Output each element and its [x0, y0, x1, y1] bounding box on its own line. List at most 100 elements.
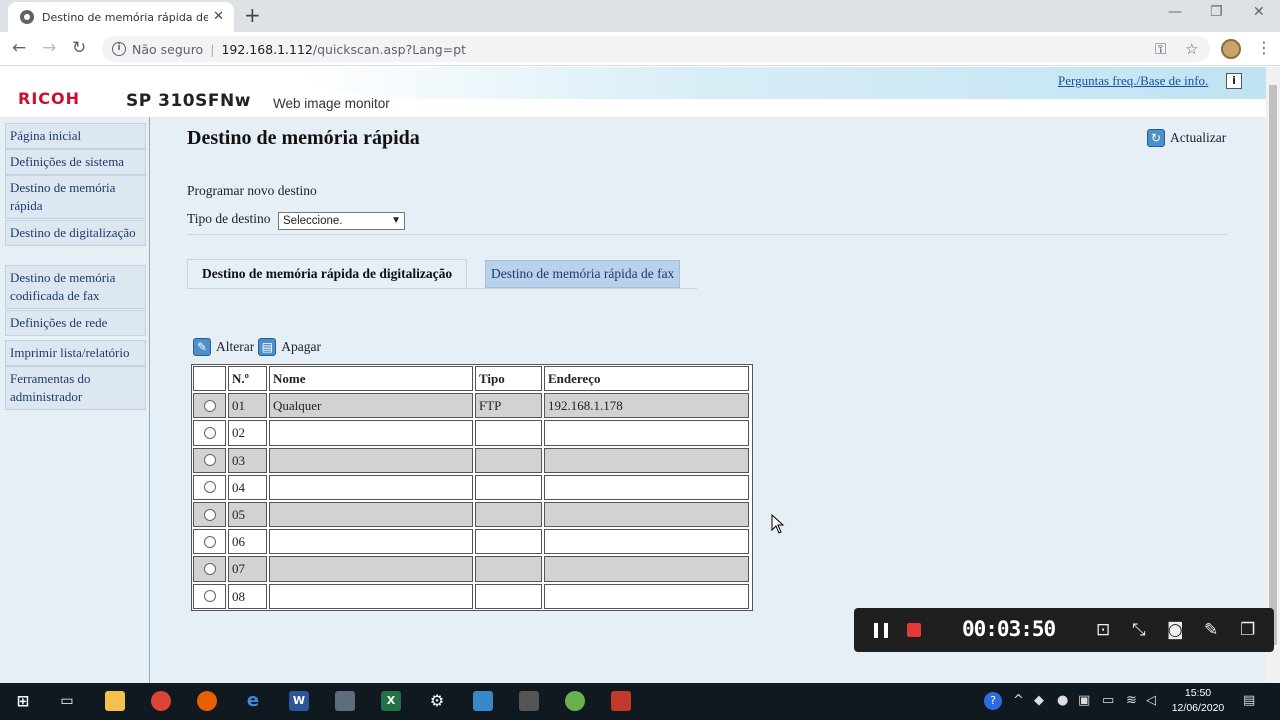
main-content: Destino de memória rápida ↻ Actualizar P… [150, 117, 1266, 683]
chrome-icon[interactable] [151, 691, 171, 711]
info-icon[interactable]: i [112, 42, 126, 56]
row-radio[interactable] [203, 590, 216, 603]
sidebar-item-quick-dial[interactable]: Destino de memória rápida [5, 175, 146, 219]
info-icon[interactable]: i [1226, 73, 1242, 89]
dropbox-icon[interactable]: ◆ [1034, 693, 1044, 708]
sidebar-item-admin-tools[interactable]: Ferramentas do administrador [5, 366, 146, 410]
new-tab-button[interactable]: + [244, 3, 261, 27]
pen-icon[interactable]: ✎ [1204, 620, 1218, 640]
close-window-icon[interactable]: ✕ [1253, 4, 1265, 20]
reload-icon[interactable]: ↻ [72, 38, 86, 58]
browser-tab[interactable]: Destino de memória rápida de di ✕ [8, 2, 234, 32]
minimize-icon[interactable]: — [1168, 4, 1182, 20]
table-header-row: N.º Nome Tipo Endereço [192, 365, 752, 392]
firefox-icon[interactable] [197, 691, 217, 711]
taskbar-clock[interactable]: 15:50 12/06/2020 [1170, 686, 1226, 716]
battery-icon[interactable]: ▭ [1102, 693, 1114, 708]
tab-fax-quick-dial[interactable]: Destino de memória rápida de fax [485, 260, 681, 288]
video-player-icon[interactable] [611, 691, 631, 711]
delete-button[interactable]: Apagar [281, 339, 321, 355]
tray-chevron-icon[interactable]: ^ [1013, 693, 1024, 708]
forward-icon[interactable]: → [42, 38, 56, 58]
table-row[interactable]: 02 [192, 419, 752, 446]
volume-icon[interactable]: ◁ [1146, 693, 1156, 708]
row-radio[interactable] [203, 562, 216, 575]
restore-icon[interactable]: ❐ [1210, 4, 1223, 20]
star-icon[interactable]: ☆ [1185, 40, 1198, 58]
row-radio[interactable] [203, 508, 216, 521]
internet-explorer-icon[interactable]: e [243, 691, 263, 711]
wifi-icon[interactable]: ≋ [1126, 693, 1137, 708]
app-green-icon[interactable] [565, 691, 585, 711]
file-explorer-icon[interactable] [105, 691, 125, 711]
row-select-cell [193, 501, 226, 528]
address-bar[interactable]: i Não seguro | 192.168.1.112/quickscan.a… [102, 36, 1210, 62]
edit-icon[interactable]: ✎ [193, 338, 211, 356]
row-name [269, 447, 473, 473]
sidebar-item-scan-destination[interactable]: Destino de digitalização [5, 220, 146, 246]
stop-icon[interactable] [907, 623, 921, 637]
destination-type-select[interactable]: Seleccione. ▼ [278, 212, 405, 230]
row-name [269, 501, 473, 528]
menu-icon[interactable]: ⋮ [1256, 38, 1272, 57]
notifications-icon[interactable]: ▤ [1243, 693, 1255, 708]
refresh-button[interactable]: ↻ Actualizar [1147, 129, 1226, 147]
row-radio[interactable] [203, 481, 216, 494]
scrollbar-thumb[interactable] [1269, 85, 1277, 645]
table-row[interactable]: 07 [192, 555, 752, 582]
fullscreen-icon[interactable]: ⤡ [1132, 620, 1146, 640]
row-number: 01 [228, 393, 267, 419]
sidebar-item-home[interactable]: Página inicial [5, 123, 146, 149]
task-view-icon[interactable]: ▭ [57, 691, 77, 711]
excel-icon[interactable]: X [381, 691, 401, 711]
back-icon[interactable]: ← [12, 38, 26, 58]
destination-type-label: Tipo de destino [187, 211, 271, 226]
row-radio[interactable] [203, 454, 216, 467]
region-icon[interactable]: ⊡ [1096, 620, 1110, 640]
row-name: Qualquer [269, 393, 473, 419]
camera-icon[interactable]: ◙ [1167, 620, 1184, 640]
table-row[interactable]: 01 Qualquer FTP 192.168.1.178 [192, 392, 752, 419]
table-row[interactable]: 03 [192, 447, 752, 474]
table-row[interactable]: 06 [192, 528, 752, 555]
row-address: 192.168.1.178 [544, 393, 749, 419]
row-type [475, 529, 542, 555]
table-row[interactable]: 08 [192, 583, 752, 610]
row-radio[interactable] [203, 426, 216, 439]
monitor-icon[interactable]: ▣ [1078, 693, 1090, 708]
row-radio[interactable] [203, 399, 216, 412]
settings-gear-icon[interactable]: ⚙ [427, 691, 447, 711]
vertical-scrollbar[interactable] [1266, 67, 1280, 683]
microphone-icon[interactable]: ● [1057, 693, 1068, 708]
row-select-cell [193, 474, 226, 500]
app-window-icon[interactable] [473, 691, 493, 711]
sidebar-item-print-list[interactable]: Imprimir lista/relatório [5, 340, 146, 366]
word-icon[interactable]: W [289, 691, 309, 711]
trash-icon[interactable]: ▤ [258, 338, 277, 356]
faq-link[interactable]: Perguntas freq./Base de info. [1058, 73, 1208, 89]
column-header-type: Tipo [475, 366, 542, 392]
sidebar-item-system-settings[interactable]: Definições de sistema [5, 149, 146, 175]
camera-app-icon[interactable] [335, 691, 355, 711]
tab-scan-quick-dial[interactable]: Destino de memória rápida de digitalizaç… [187, 259, 468, 289]
windows-start-icon[interactable]: ⊞ [13, 691, 33, 711]
row-radio[interactable] [203, 535, 216, 548]
column-header-address: Endereço [544, 366, 749, 392]
clock-date: 12/06/2020 [1171, 702, 1225, 714]
edit-button[interactable]: Alterar [216, 339, 254, 355]
security-label: Não seguro [132, 41, 204, 57]
profile-avatar[interactable] [1221, 39, 1241, 59]
key-icon[interactable]: ⚿ [1155, 40, 1166, 58]
close-tab-icon[interactable]: ✕ [213, 9, 224, 24]
sidebar-item-fax-speed-dial[interactable]: Destino de memória codificada de fax [5, 265, 146, 309]
refresh-label: Actualizar [1170, 130, 1227, 145]
browser-toolbar: ← → ↻ i Não seguro | 192.168.1.112/quick… [0, 32, 1280, 66]
sidebar-item-network-settings[interactable]: Definições de rede [5, 310, 146, 336]
table-row[interactable]: 05 [192, 501, 752, 528]
help-icon[interactable]: ? [984, 692, 1002, 710]
minimize-recorder-icon[interactable]: ❐ [1240, 620, 1255, 640]
pause-icon[interactable] [874, 623, 888, 638]
calculator-icon[interactable] [519, 691, 539, 711]
destination-type-value: Seleccione. [283, 215, 343, 227]
table-row[interactable]: 04 [192, 474, 752, 501]
